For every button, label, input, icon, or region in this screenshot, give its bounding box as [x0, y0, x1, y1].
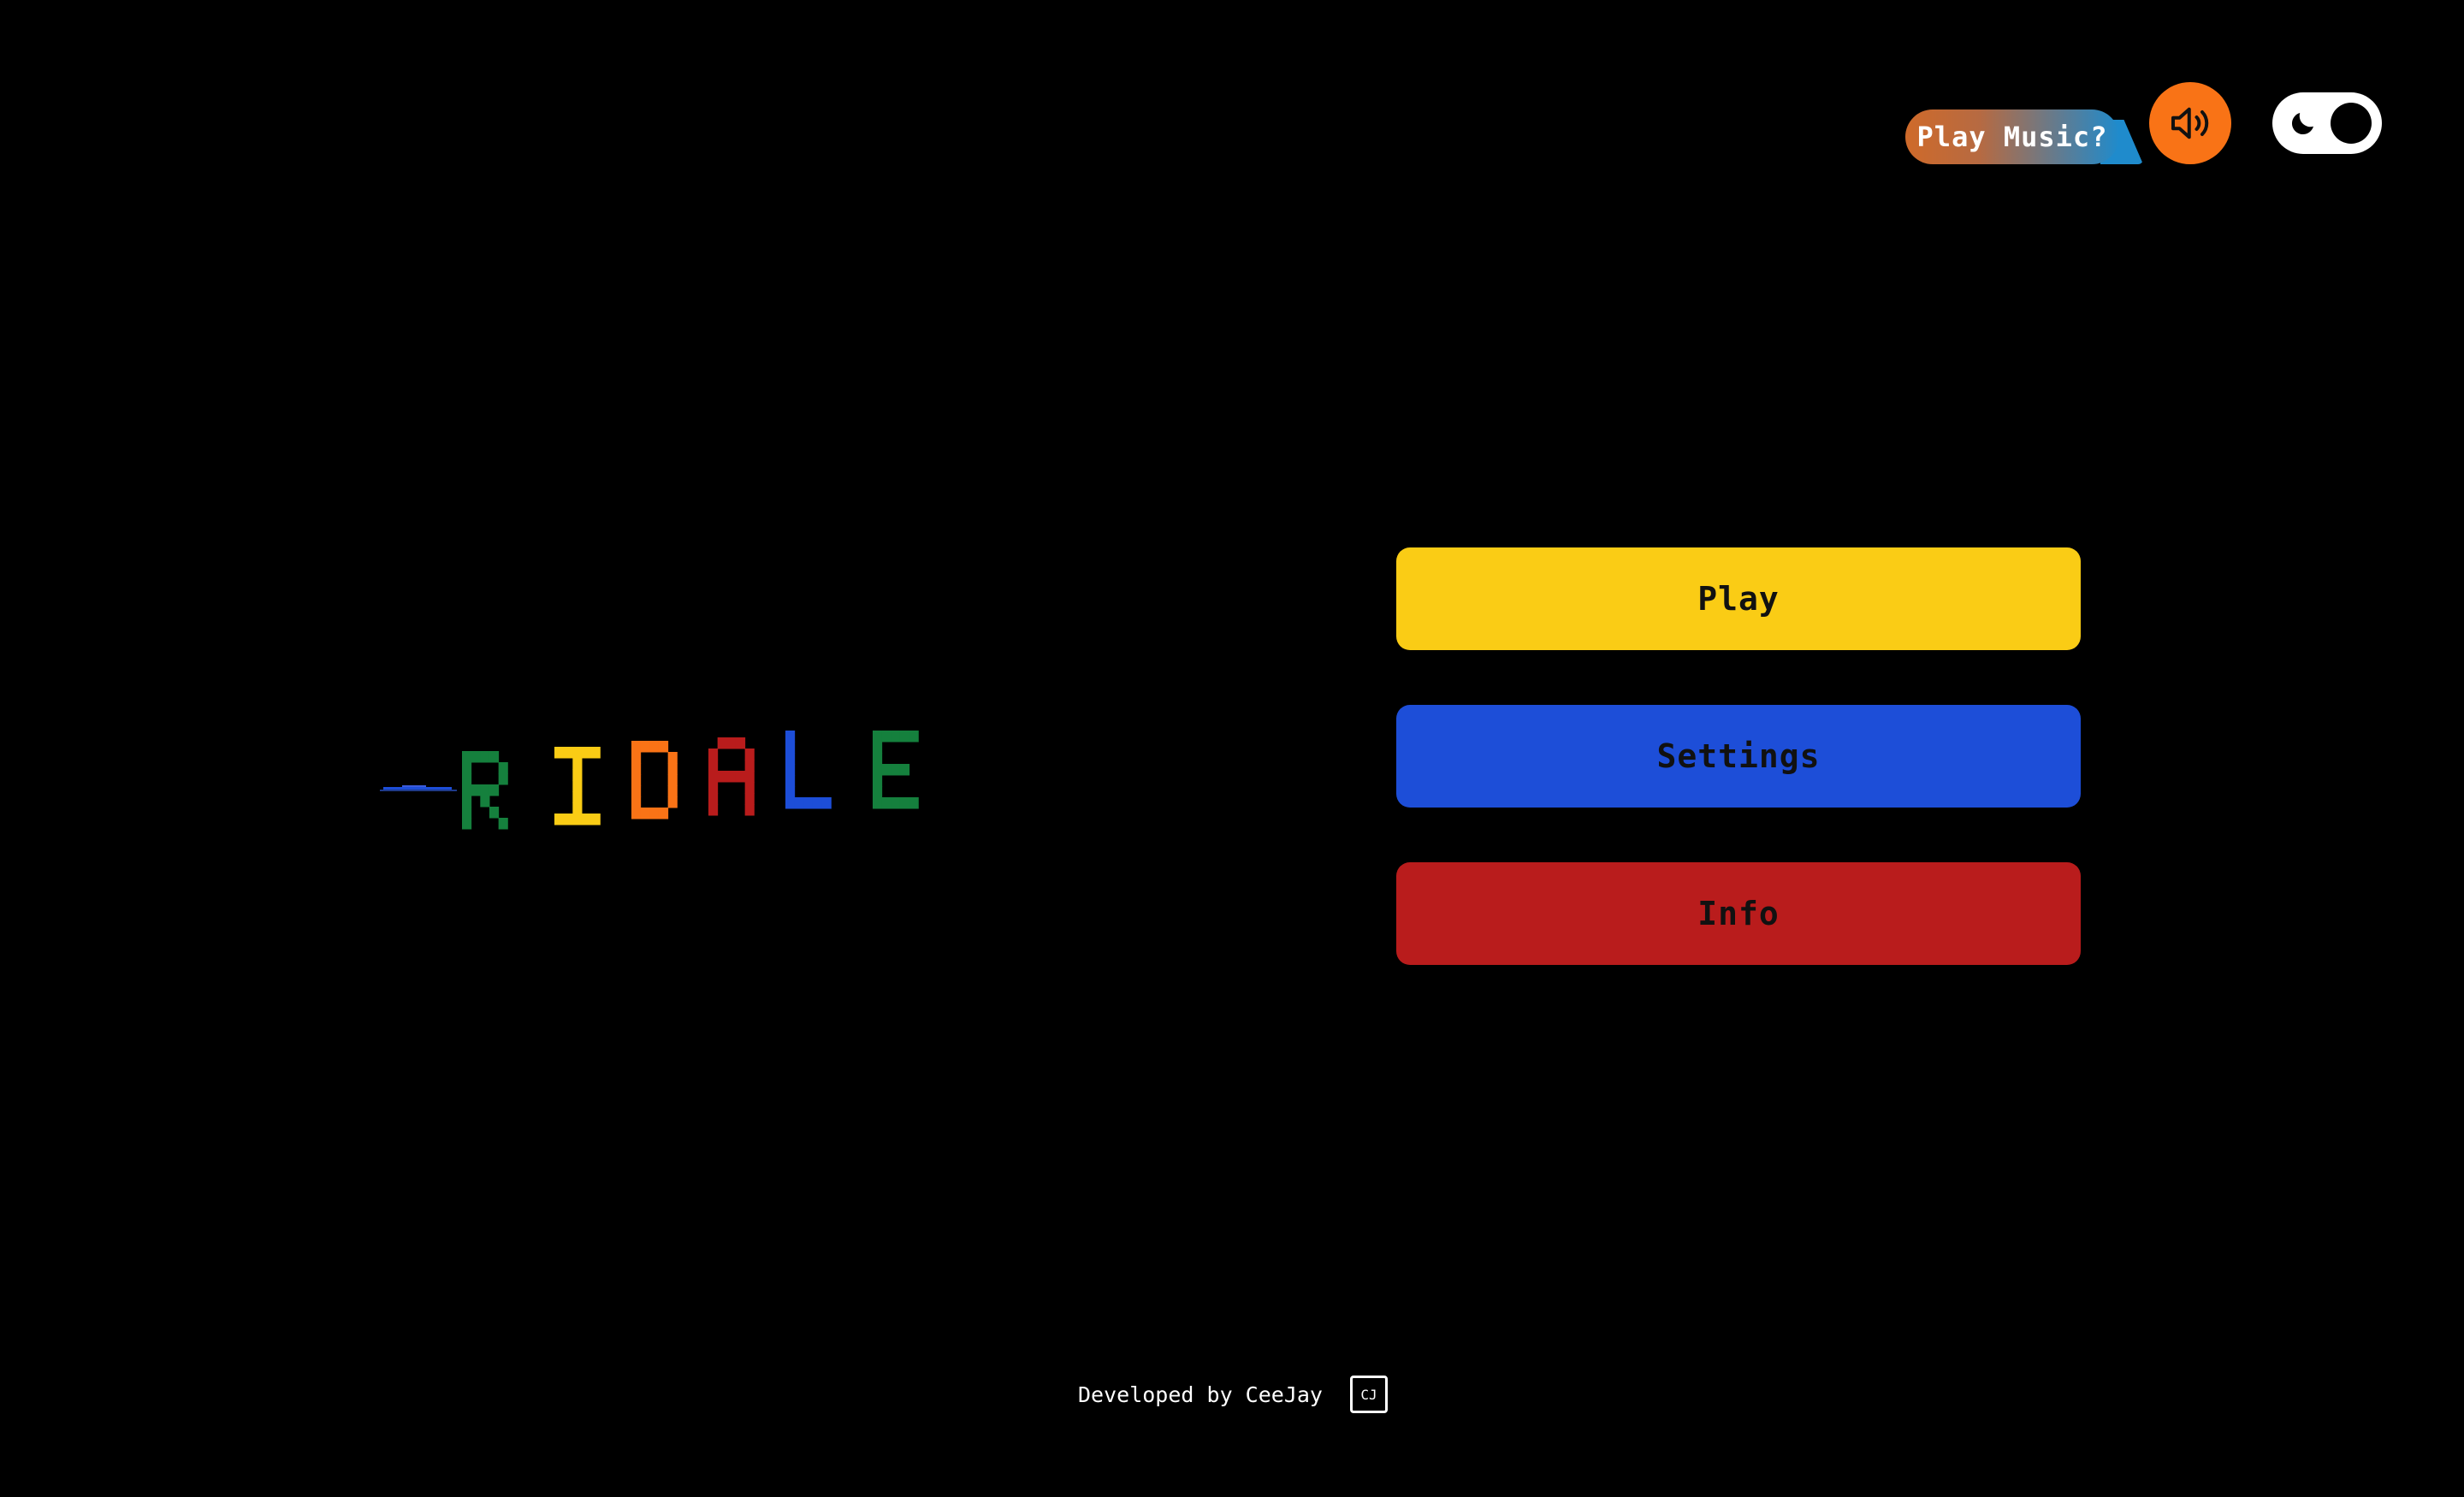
play-music-prompt: Play Music? — [1905, 109, 2119, 164]
speaker-sound-icon — [2171, 107, 2209, 139]
settings-button[interactable]: Settings — [1396, 705, 2081, 808]
ridale-logo — [380, 731, 919, 830]
cj-logo-icon: CJ — [1360, 1387, 1377, 1403]
info-button[interactable]: Info — [1396, 862, 2081, 965]
play-button[interactable]: Play — [1396, 547, 2081, 650]
toggle-knob — [2331, 103, 2372, 144]
developer-logo-link[interactable]: CJ — [1349, 1376, 1388, 1413]
developer-credit: Developed by CeeJay — [1078, 1382, 1323, 1407]
logo-letter-e — [873, 731, 919, 809]
logo-letter-i — [554, 747, 601, 825]
theme-toggle[interactable] — [2272, 92, 2382, 154]
logo-letter-a — [708, 737, 755, 816]
main-menu-screen: Play Music? Play Settings Info Developed… — [0, 0, 2464, 1497]
logo-letter-d — [631, 741, 678, 820]
moon-icon — [2291, 113, 2313, 135]
logo-speed-trail — [380, 785, 457, 791]
logo-letter-l — [785, 731, 832, 809]
logo-letter-r — [462, 751, 508, 830]
svg-text:CJ: CJ — [1360, 1387, 1377, 1403]
sound-toggle-button[interactable] — [2149, 82, 2231, 164]
footer: Developed by CeeJay CJ — [1078, 1372, 1388, 1417]
